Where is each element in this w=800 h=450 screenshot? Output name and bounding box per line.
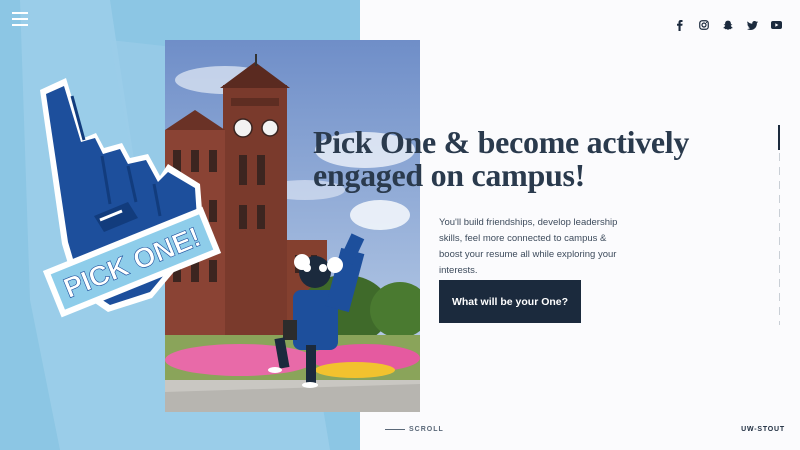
hero-headline: Pick One & become actively engaged on ca… xyxy=(313,126,733,192)
social-links xyxy=(674,18,782,32)
scroll-line xyxy=(385,429,405,430)
hero-description: You'll build friendships, develop leader… xyxy=(439,217,618,276)
pick-one-foam-finger-graphic: PICK ONE! xyxy=(40,78,222,318)
scroll-cue[interactable]: SCROLL xyxy=(385,426,444,433)
headline-line-2: engaged on campus! xyxy=(313,157,585,193)
snapchat-icon[interactable] xyxy=(722,18,734,32)
section-scroll-indicator[interactable] xyxy=(778,125,780,325)
headline-line-1: Pick One & become actively xyxy=(313,124,690,160)
instagram-icon[interactable] xyxy=(698,18,710,32)
hamburger-icon xyxy=(12,12,28,14)
menu-button[interactable] xyxy=(12,12,28,26)
what-will-be-your-one-button[interactable]: What will be your One? xyxy=(439,280,581,323)
scroll-thumb[interactable] xyxy=(778,125,780,150)
brand-wordmark[interactable]: UW-STOUT xyxy=(741,426,785,433)
twitter-icon[interactable] xyxy=(746,18,758,32)
scroll-track xyxy=(778,125,780,325)
youtube-icon[interactable] xyxy=(770,18,782,32)
facebook-icon[interactable] xyxy=(674,18,686,32)
scroll-label: SCROLL xyxy=(409,426,444,433)
